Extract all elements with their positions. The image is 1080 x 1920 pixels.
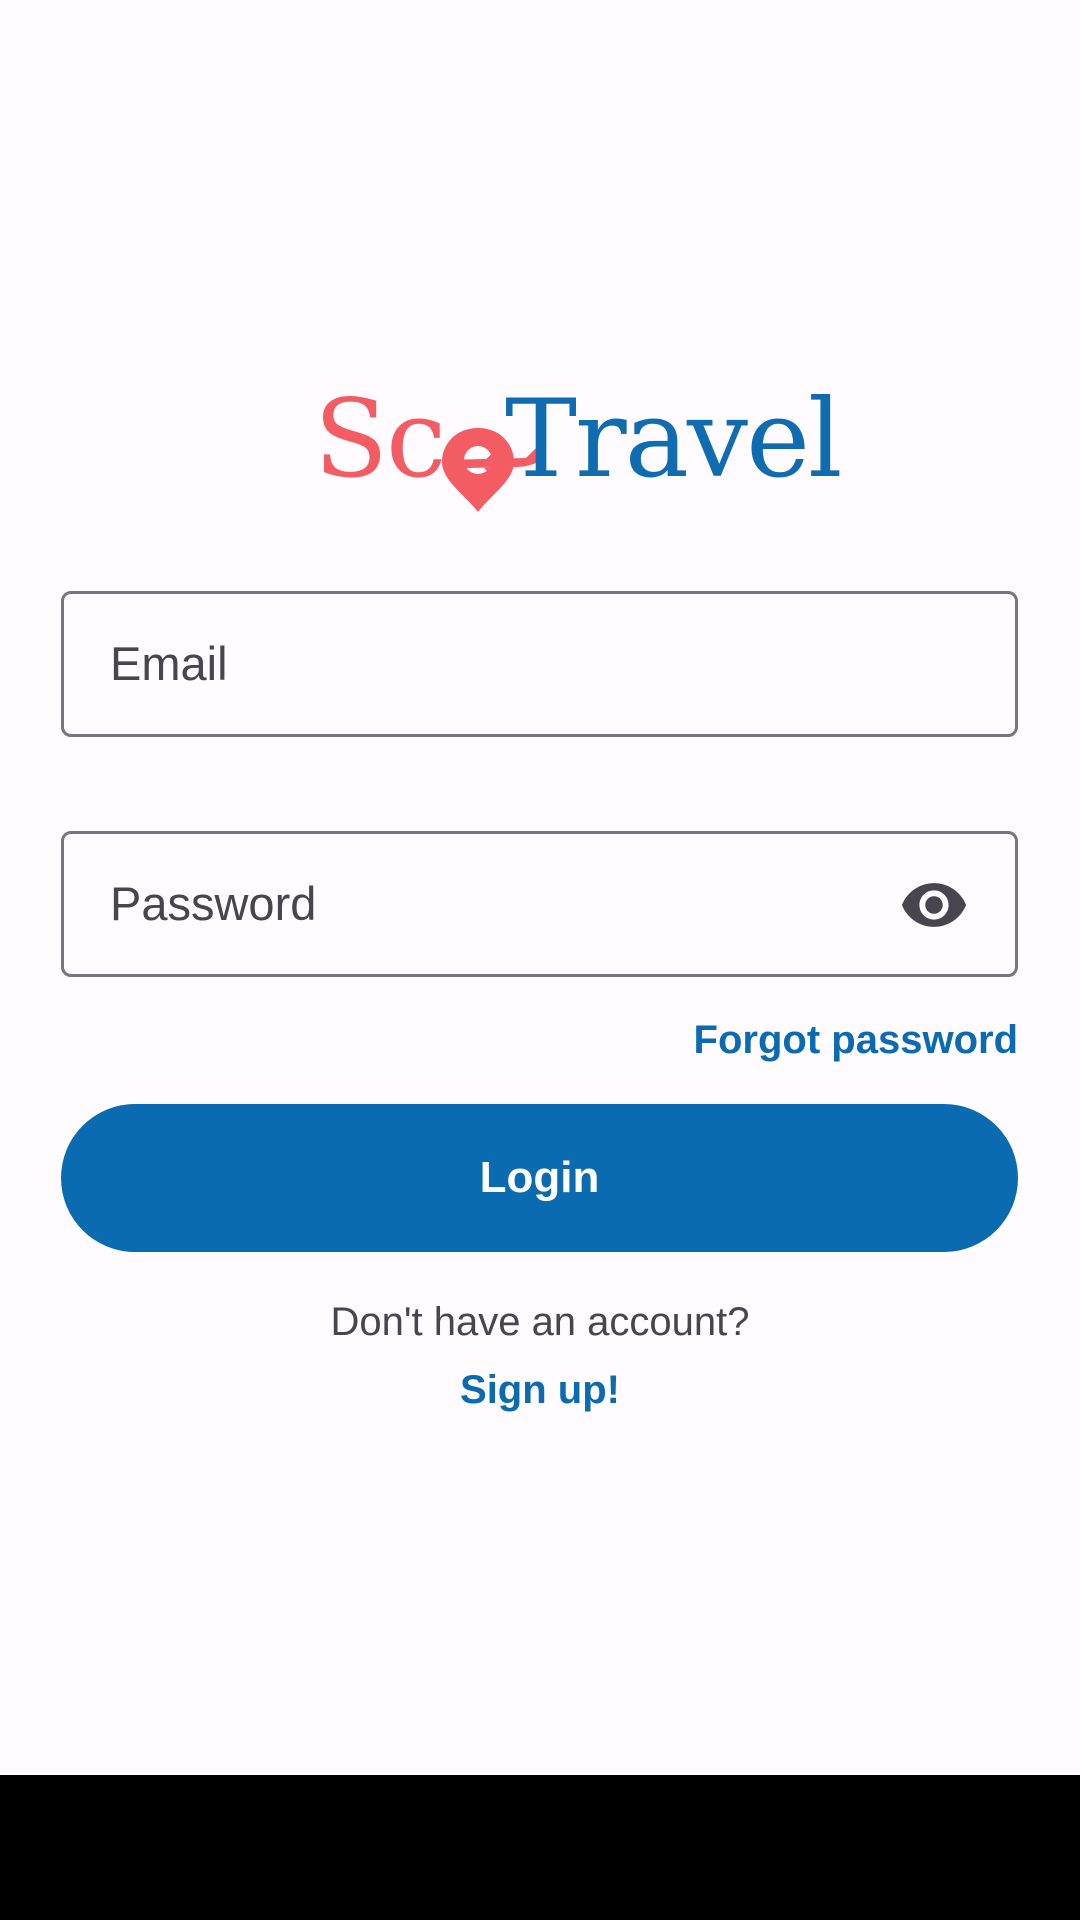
logo-text-sc: Sc xyxy=(314,377,446,502)
no-account-text: Don't have an account? xyxy=(330,1300,750,1344)
email-field[interactable] xyxy=(61,591,1018,737)
app-logo: Sc Travel xyxy=(300,377,843,512)
logo-text-travel: Travel xyxy=(505,377,843,502)
password-field[interactable] xyxy=(61,831,1018,977)
email-input[interactable] xyxy=(110,594,870,734)
signup-row: Sign up! xyxy=(0,1368,1080,1413)
system-navigation-bar xyxy=(0,1775,1080,1920)
forgot-password-link[interactable]: Forgot password xyxy=(694,1018,1018,1063)
login-screen: Sc Travel Forgot password Login Don't ha… xyxy=(0,0,1080,1775)
eye-icon[interactable] xyxy=(899,870,969,940)
login-button[interactable]: Login xyxy=(61,1104,1018,1252)
signup-link[interactable]: Sign up! xyxy=(460,1368,620,1412)
login-button-label: Login xyxy=(479,1153,600,1202)
password-input[interactable] xyxy=(110,834,870,974)
